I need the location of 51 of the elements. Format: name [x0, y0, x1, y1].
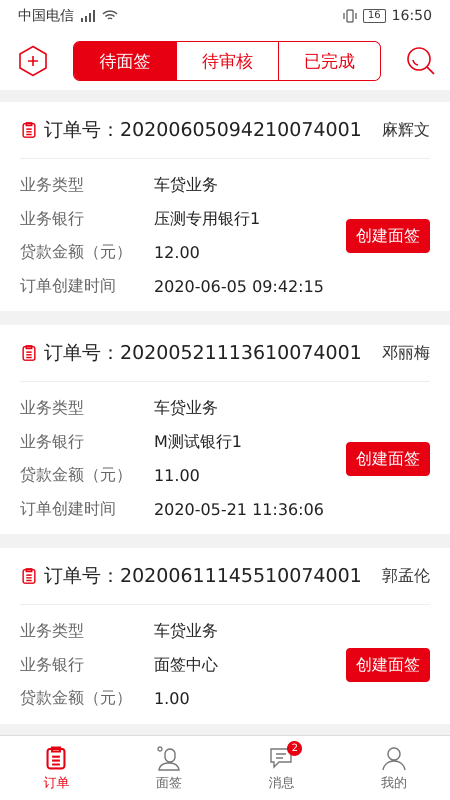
status-tab[interactable]: 已完成: [278, 42, 380, 80]
field-value: 12.00: [154, 243, 200, 262]
field-value: 车贷业务: [154, 621, 218, 642]
unread-badge: 2: [287, 741, 302, 756]
customer-name: 郭孟伦: [382, 566, 430, 586]
order-number: 订单号：20200605094210074001: [44, 118, 363, 143]
person-icon: [156, 744, 182, 770]
field-label: 业务类型: [20, 621, 85, 642]
order-icon: [20, 344, 38, 362]
carrier-name: 中国电信: [18, 7, 74, 25]
field-label: 业务银行: [20, 208, 85, 230]
field-label: 业务银行: [20, 654, 85, 676]
field-value: M测试银行1: [154, 432, 242, 453]
field-label: 业务银行: [20, 432, 85, 453]
create-interview-button[interactable]: 创建面签: [346, 648, 430, 682]
nav-tab[interactable]: 面签: [112, 736, 225, 800]
wifi-icon: [102, 10, 118, 22]
field-label: 订单创建时间: [20, 276, 117, 297]
field-value: 压测专用银行1: [154, 208, 260, 230]
field-label: 订单创建时间: [20, 498, 117, 520]
field-label: 业务类型: [20, 175, 85, 196]
customer-name: 邓丽梅: [382, 342, 430, 364]
nav-tab[interactable]: 订单: [0, 736, 112, 800]
customer-name: 麻辉文: [382, 120, 430, 140]
clock: 16:50: [392, 8, 432, 24]
field-value: 1.00: [154, 689, 190, 708]
field-label: 贷款金额（元）: [20, 688, 133, 710]
field-label: 业务类型: [20, 398, 85, 420]
status-tab[interactable]: 待面签: [74, 42, 176, 80]
field-value: 2020-05-21 11:36:06: [154, 500, 324, 519]
order-icon: [20, 567, 38, 585]
create-interview-button[interactable]: 创建面签: [346, 442, 430, 476]
field-value: 面签中心: [154, 654, 218, 676]
create-interview-button[interactable]: 创建面签: [346, 219, 430, 253]
field-label: 贷款金额（元）: [20, 465, 133, 486]
order-number: 订单号：20200611145510074001: [44, 564, 363, 589]
field-value: 车贷业务: [154, 398, 218, 420]
field-label: 贷款金额（元）: [20, 242, 133, 264]
nav-tab[interactable]: 我的: [338, 736, 450, 800]
vibrate-icon: [342, 9, 357, 23]
signal-icon: [80, 10, 96, 22]
field-value: 11.00: [154, 466, 200, 486]
nav-tab[interactable]: 消息 2: [225, 736, 338, 800]
field-value: 2020-06-05 09:42:15: [154, 276, 324, 296]
order-icon: [20, 121, 38, 139]
add-icon[interactable]: [18, 45, 48, 77]
order-number: 订单号：20200521113610074001: [44, 341, 363, 366]
battery-level: 16: [362, 9, 386, 23]
person-icon: [380, 744, 407, 770]
search-icon[interactable]: [406, 46, 436, 76]
field-value: 车贷业务: [154, 175, 218, 196]
